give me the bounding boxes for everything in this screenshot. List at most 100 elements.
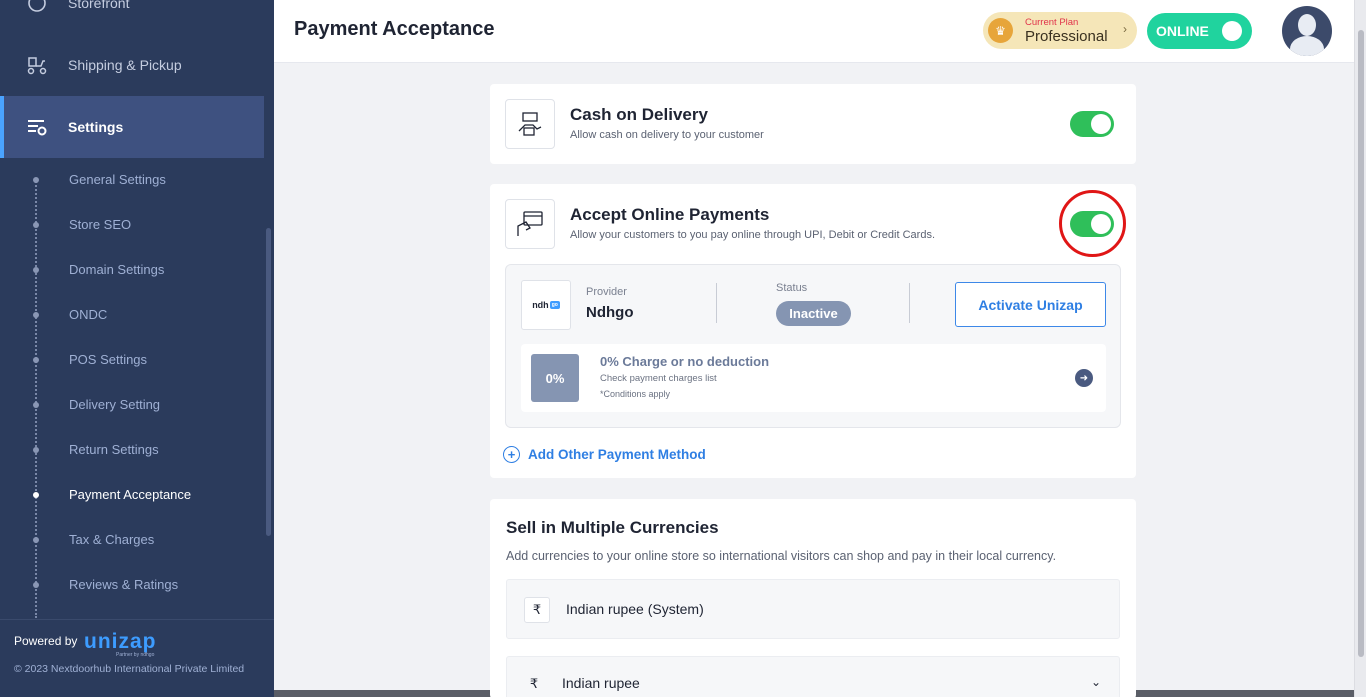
nav-settings[interactable]: Settings: [0, 96, 264, 158]
avatar-body: [1290, 36, 1324, 56]
bullet-dot: [33, 492, 39, 498]
ndhgo-logo: ndh go: [521, 280, 571, 330]
sidebar-footer: Powered by unizap Partner by ndhgo © 202…: [0, 619, 274, 697]
nav-settings-label: Settings: [68, 119, 124, 135]
cash-hand-icon: [505, 99, 555, 149]
sidebar-scrollbar[interactable]: [266, 228, 271, 536]
sidebar-item-pos-settings[interactable]: POS Settings: [0, 348, 264, 372]
online-payments-subtitle: Allow your customers to you pay online t…: [570, 229, 935, 241]
nav-shipping-label: Shipping & Pickup: [68, 57, 182, 73]
sidebar-item-general-settings[interactable]: General Settings: [0, 168, 264, 192]
palette-icon: [26, 0, 48, 14]
powered-by-label: Powered by: [14, 634, 78, 648]
sidebar-item-delivery-setting[interactable]: Delivery Setting: [0, 393, 264, 417]
store-online-toggle[interactable]: ONLINE: [1147, 13, 1252, 49]
page-scrollbar[interactable]: [1354, 0, 1366, 697]
page-title: Payment Acceptance: [294, 18, 495, 40]
chevron-right-icon: ›: [1123, 22, 1127, 36]
sidebar-item-label: Delivery Setting: [69, 397, 161, 412]
currencies-subtitle: Add currencies to your online store so i…: [506, 549, 1057, 563]
copyright-text: © 2023 Nextdoorhub International Private…: [14, 663, 245, 675]
toggle-knob: [1222, 21, 1242, 41]
sidebar-item-label: Return Settings: [69, 442, 159, 457]
cod-title: Cash on Delivery: [570, 105, 708, 124]
sidebar-item-domain-settings[interactable]: Domain Settings: [0, 258, 264, 282]
bullet-dot: [33, 177, 39, 183]
settings-sliders-icon: [26, 116, 48, 138]
charge-conditions: *Conditions apply: [600, 389, 671, 399]
sidebar-item-label: Domain Settings: [69, 262, 165, 277]
currency-row[interactable]: ₹ Indian rupee (System): [506, 579, 1120, 639]
rupee-icon: ₹: [529, 676, 539, 691]
sidebar: Storefront ▲ Shipping & Pickup Settings …: [0, 0, 274, 697]
toggle-knob: [1091, 114, 1111, 134]
bullet-dot: [33, 582, 39, 588]
arrow-right-icon[interactable]: ➜: [1075, 369, 1093, 387]
charge-title: 0% Charge or no deduction: [600, 354, 770, 369]
activate-unizap-button[interactable]: Activate Unizap: [955, 282, 1106, 327]
sidebar-item-return-settings[interactable]: Return Settings: [0, 438, 264, 462]
provider-logo-tag: go: [549, 301, 560, 309]
brand-partner-text: Partner by ndhgo: [116, 652, 155, 658]
provider-panel: ndh go Provider Ndhgo Status Inactive Act…: [505, 264, 1121, 428]
currency-row[interactable]: ₹ Indian rupee ⌄: [506, 656, 1120, 697]
sidebar-item-payment-acceptance[interactable]: Payment Acceptance: [0, 483, 264, 507]
add-payment-method-link[interactable]: + Add Other Payment Method: [503, 446, 706, 463]
bullet-dot: [33, 447, 39, 453]
online-payments-card: Accept Online Payments Allow your custom…: [490, 184, 1136, 478]
page-scrollbar-thumb[interactable]: [1358, 30, 1364, 657]
bullet-dot: [33, 402, 39, 408]
provider-logo-text: ndh: [532, 300, 549, 310]
top-header: Payment Acceptance ♛ Current Plan Profes…: [274, 0, 1354, 63]
sidebar-item-label: ONDC: [69, 307, 108, 322]
sidebar-item-label: Store SEO: [69, 217, 132, 232]
plus-circle-icon: +: [503, 446, 520, 463]
online-payments-title: Accept Online Payments: [570, 205, 770, 224]
divider: [716, 283, 717, 323]
crown-icon: ♛: [988, 18, 1013, 43]
sidebar-item-label: POS Settings: [69, 352, 148, 367]
sidebar-item-store-seo[interactable]: Store SEO: [0, 213, 264, 237]
online-status-label: ONLINE: [1156, 23, 1209, 39]
add-method-label: Add Other Payment Method: [528, 447, 706, 462]
plan-name: Professional: [1025, 28, 1108, 45]
sidebar-item-tax-charges[interactable]: Tax & Charges: [0, 528, 264, 552]
sidebar-item-reviews-ratings[interactable]: Reviews & Ratings: [0, 573, 264, 597]
status-label: Status: [776, 282, 808, 294]
delivery-scooter-icon: [26, 54, 48, 76]
highlight-circle: [1059, 190, 1126, 257]
sidebar-item-label: General Settings: [69, 172, 166, 187]
provider-label: Provider: [586, 286, 627, 298]
divider: [909, 283, 910, 323]
sidebar-item-label: Payment Acceptance: [69, 487, 192, 502]
scroll-up-icon[interactable]: ▲: [254, 0, 262, 1]
cod-toggle[interactable]: [1070, 111, 1114, 137]
user-avatar[interactable]: [1282, 6, 1332, 56]
card-payment-icon: [505, 199, 555, 249]
bullet-dot: [33, 537, 39, 543]
cod-subtitle: Allow cash on delivery to your customer: [570, 129, 764, 141]
nav-shipping-pickup[interactable]: Shipping & Pickup: [0, 50, 264, 80]
provider-summary: ndh go Provider Ndhgo Status Inactive Act…: [506, 265, 1120, 345]
status-badge: Inactive: [776, 301, 851, 326]
cod-card: Cash on Delivery Allow cash on delivery …: [490, 84, 1136, 164]
charges-info-row[interactable]: 0% 0% Charge or no deduction Check payme…: [521, 344, 1106, 412]
nav-storefront-label: Storefront: [68, 0, 130, 11]
chevron-down-icon[interactable]: ⌄: [1091, 675, 1101, 689]
bullet-dot: [33, 267, 39, 273]
currencies-title: Sell in Multiple Currencies: [506, 518, 719, 537]
sidebar-item-ondc[interactable]: ONDC: [0, 303, 264, 327]
avatar-head: [1298, 14, 1316, 36]
nav-storefront[interactable]: Storefront ▲: [0, 0, 264, 18]
bullet-dot: [33, 312, 39, 318]
rupee-icon: ₹: [524, 597, 550, 623]
sidebar-item-label: Reviews & Ratings: [69, 577, 179, 592]
charge-subtitle: Check payment charges list: [600, 373, 717, 384]
zero-percent-badge: 0%: [531, 354, 579, 402]
currencies-card: Sell in Multiple Currencies Add currenci…: [490, 499, 1136, 697]
plan-caption: Current Plan: [1025, 17, 1079, 28]
currency-name: Indian rupee: [562, 675, 640, 691]
current-plan-button[interactable]: ♛ Current Plan Professional ›: [983, 12, 1137, 49]
bullet-dot: [33, 222, 39, 228]
bullet-dot: [33, 357, 39, 363]
